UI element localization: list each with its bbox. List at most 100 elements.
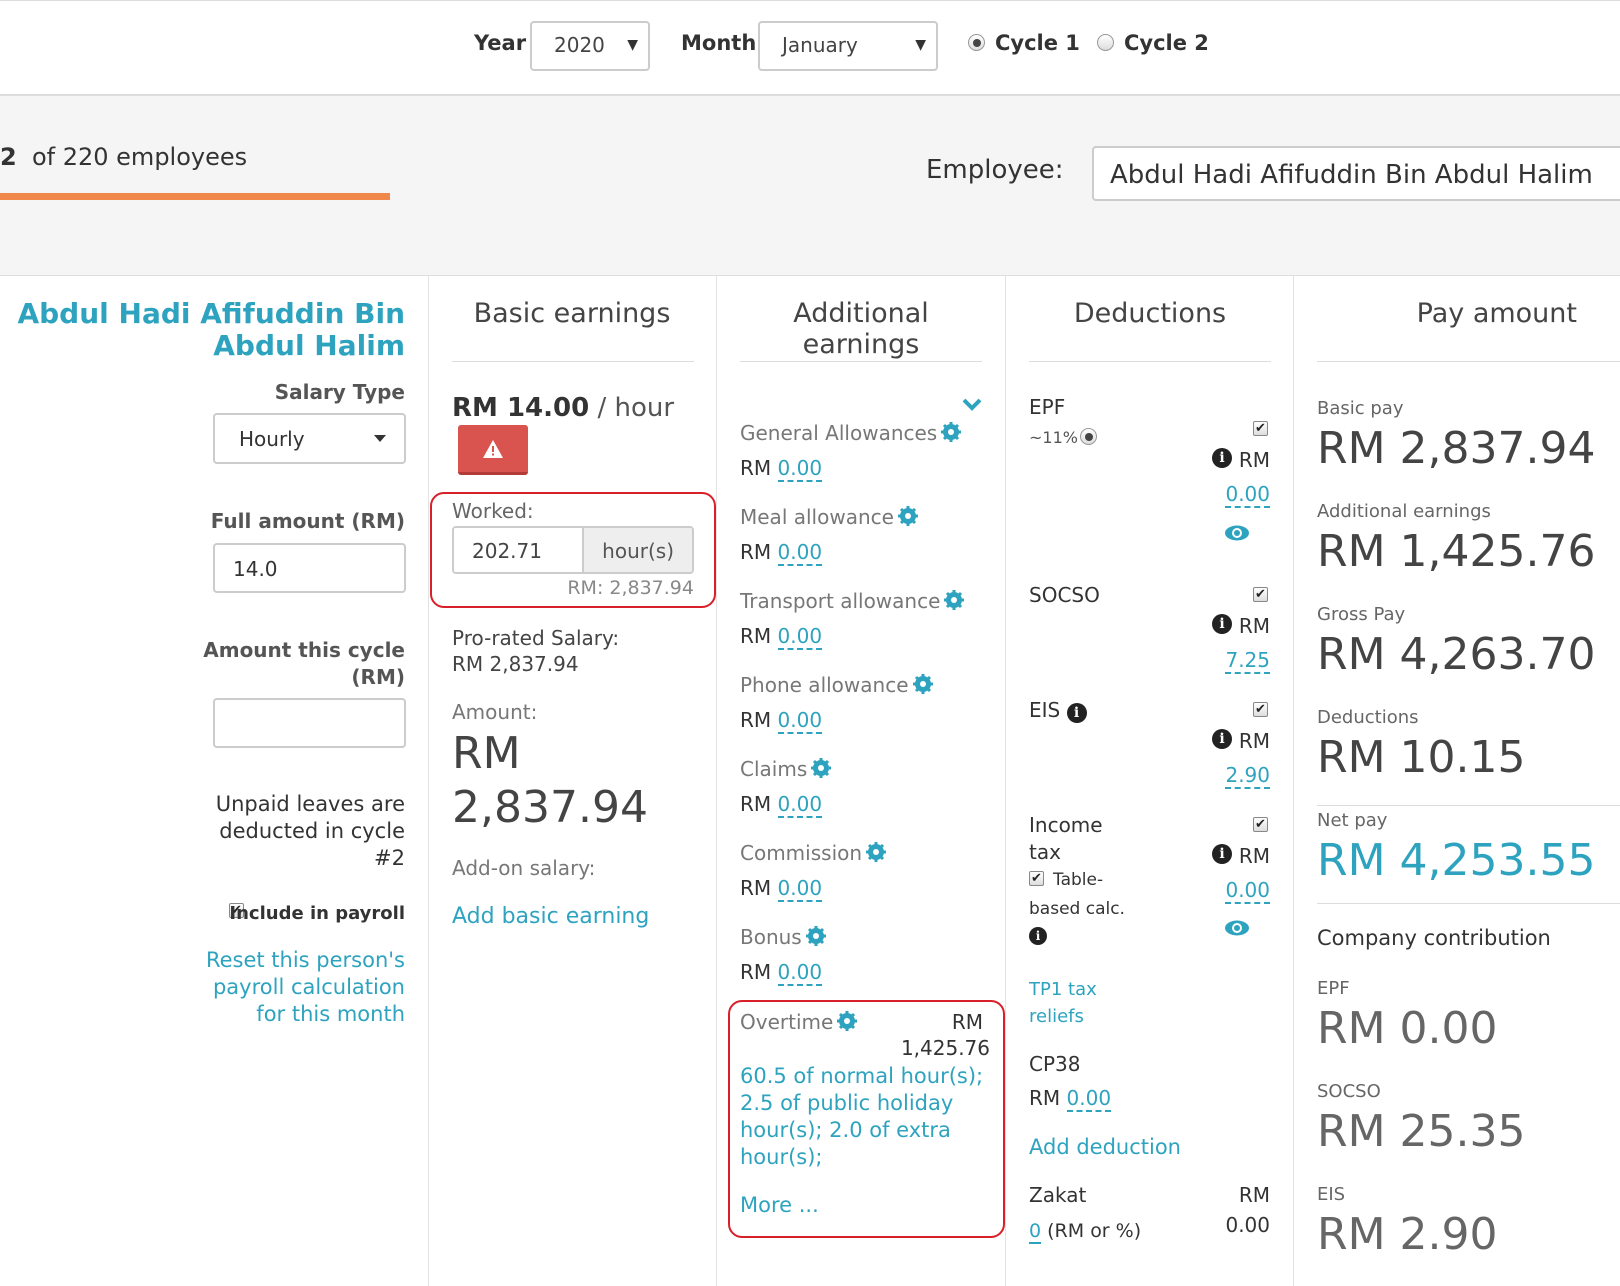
include-payroll-label[interactable]: Include in payroll [229,903,405,924]
socso-value[interactable]: 7.25 [1225,648,1270,674]
overtime-label: Overtime [740,1010,858,1034]
cycle1-label[interactable]: Cycle 1 [995,31,1080,55]
eis-checkbox[interactable]: ✔ [1253,702,1268,717]
info-icon[interactable]: i [1066,703,1087,723]
additional-item-label: Claims [740,757,832,781]
employee-select-value: Abdul Hadi Afifuddin Bin Abdul Halim [1110,160,1593,190]
table-calc-label-2: based calc. [1029,899,1125,919]
additional-item-value[interactable]: 0.00 [777,540,823,566]
month-select[interactable]: January ▼ [758,21,938,71]
deductions-total-label: Deductions [1317,707,1419,728]
year-select[interactable]: 2020 ▼ [530,21,650,71]
epf-rate-radio[interactable] [1080,428,1097,445]
full-amount-input[interactable]: 14.0 [213,543,406,593]
amount-cycle-label: Amount this cycle (RM) [203,638,405,689]
additional-earnings-label: Additional earnings [1317,501,1491,522]
overtime-breakdown-link[interactable]: 60.5 of normal hour(s); 2.5 of public ho… [740,1063,983,1171]
column-divider [428,276,429,1286]
income-tax-checkbox[interactable]: ✔ [1253,817,1268,832]
more-link[interactable]: More ... [740,1193,819,1217]
info-icon[interactable]: i [1029,927,1047,945]
zakat-input[interactable]: 0 [1029,1220,1042,1244]
divider [1317,903,1620,904]
amount-cycle-input[interactable] [213,698,406,748]
salary-type-value: Hourly [239,427,305,451]
gear-icon[interactable] [866,842,887,862]
divider [452,361,694,362]
add-basic-earning-link[interactable]: Add basic earning [452,904,649,929]
cycle2-label[interactable]: Cycle 2 [1124,31,1209,55]
socso-checkbox[interactable]: ✔ [1253,587,1268,602]
additional-item-label: Commission [740,841,887,865]
pay-amount-title: Pay amount [1416,298,1577,329]
worked-label: Worked: [452,499,534,523]
addon-label: Add-on salary: [452,856,596,880]
gear-icon[interactable] [805,926,826,946]
additional-item-value[interactable]: 0.00 [777,960,823,986]
company-eis-value: RM 2.90 [1317,1209,1498,1260]
basic-earnings-title: Basic earnings [473,298,671,329]
employee-label: Employee: [926,155,1064,185]
gear-icon[interactable] [811,758,832,778]
gear-icon[interactable] [897,506,918,526]
info-icon[interactable]: i [1212,448,1232,468]
divider [740,361,982,362]
eye-icon[interactable] [1224,919,1250,937]
chevron-down-icon: ▼ [627,37,638,53]
worked-hours-value[interactable]: 202.71 [454,528,585,572]
additional-item-amount: RM 0.00 [740,876,823,902]
additional-item-amount: RM 0.00 [740,960,823,986]
chevron-down-icon: ▼ [915,37,926,53]
additional-item-value[interactable]: 0.00 [777,456,823,482]
additional-item-label: Bonus [740,925,826,949]
prorated-label: Pro-rated Salary: [452,626,620,650]
add-deduction-link[interactable]: Add deduction [1029,1135,1181,1159]
basic-pay-value: RM 2,837.94 [1317,423,1596,474]
additional-item-amount: RM 0.00 [740,708,823,734]
column-divider [716,276,717,1286]
table-calc-label-a: Table- [1053,870,1104,890]
year-value: 2020 [554,33,605,57]
epf-rate: ~11% [1029,428,1078,447]
salary-type-label: Salary Type [274,380,405,404]
gear-icon[interactable] [941,422,962,442]
additional-item-value[interactable]: 0.00 [777,876,823,902]
epf-checkbox[interactable]: ✔ [1253,421,1268,436]
chevron-down-icon[interactable] [962,398,982,412]
tp1-tax-reliefs-link[interactable]: TP1 tax reliefs [1029,976,1097,1030]
column-divider [1293,276,1294,1286]
reset-payroll-link[interactable]: Reset this person's payroll calculation … [206,947,405,1028]
employee-select[interactable]: Abdul Hadi Afifuddin Bin Abdul Halim [1092,146,1620,201]
company-contribution-label: Company contribution [1317,926,1551,950]
cycle1-radio[interactable] [968,34,985,51]
column-divider [1005,276,1006,1286]
epf-label: EPF [1029,395,1066,419]
info-icon[interactable]: i [1212,614,1232,634]
worked-hours-input[interactable]: 202.71 hour(s) [452,526,694,574]
cycle2-radio[interactable] [1097,34,1114,51]
income-tax-value[interactable]: 0.00 [1225,878,1270,904]
gear-icon[interactable] [912,674,933,694]
progress-bar [0,193,390,200]
additional-earnings-value: RM 1,425.76 [1317,526,1596,577]
gear-icon[interactable] [944,590,965,610]
additional-item-value[interactable]: 0.00 [777,624,823,650]
full-amount-value: 14.0 [233,557,278,581]
eis-value[interactable]: 2.90 [1225,763,1270,789]
table-calc-checkbox[interactable]: ✔ [1029,871,1044,886]
cp38-value[interactable]: 0.00 [1066,1086,1112,1112]
info-icon[interactable]: i [1212,729,1232,749]
salary-type-select[interactable]: Hourly [213,413,406,464]
company-socso-value: RM 25.35 [1317,1106,1526,1157]
cp38-label: CP38 [1029,1052,1081,1076]
gear-icon[interactable] [837,1011,858,1031]
socso-currency: RM [1238,614,1270,638]
info-icon[interactable]: i [1212,844,1232,864]
eye-icon[interactable] [1224,524,1250,542]
unpaid-leave-note: Unpaid leaves are deducted in cycle #2 [215,792,405,870]
additional-item-value[interactable]: 0.00 [777,708,823,734]
amount-currency: RM [452,728,521,779]
warning-button[interactable] [458,425,528,475]
epf-value[interactable]: 0.00 [1225,482,1270,508]
additional-item-value[interactable]: 0.00 [777,792,823,818]
